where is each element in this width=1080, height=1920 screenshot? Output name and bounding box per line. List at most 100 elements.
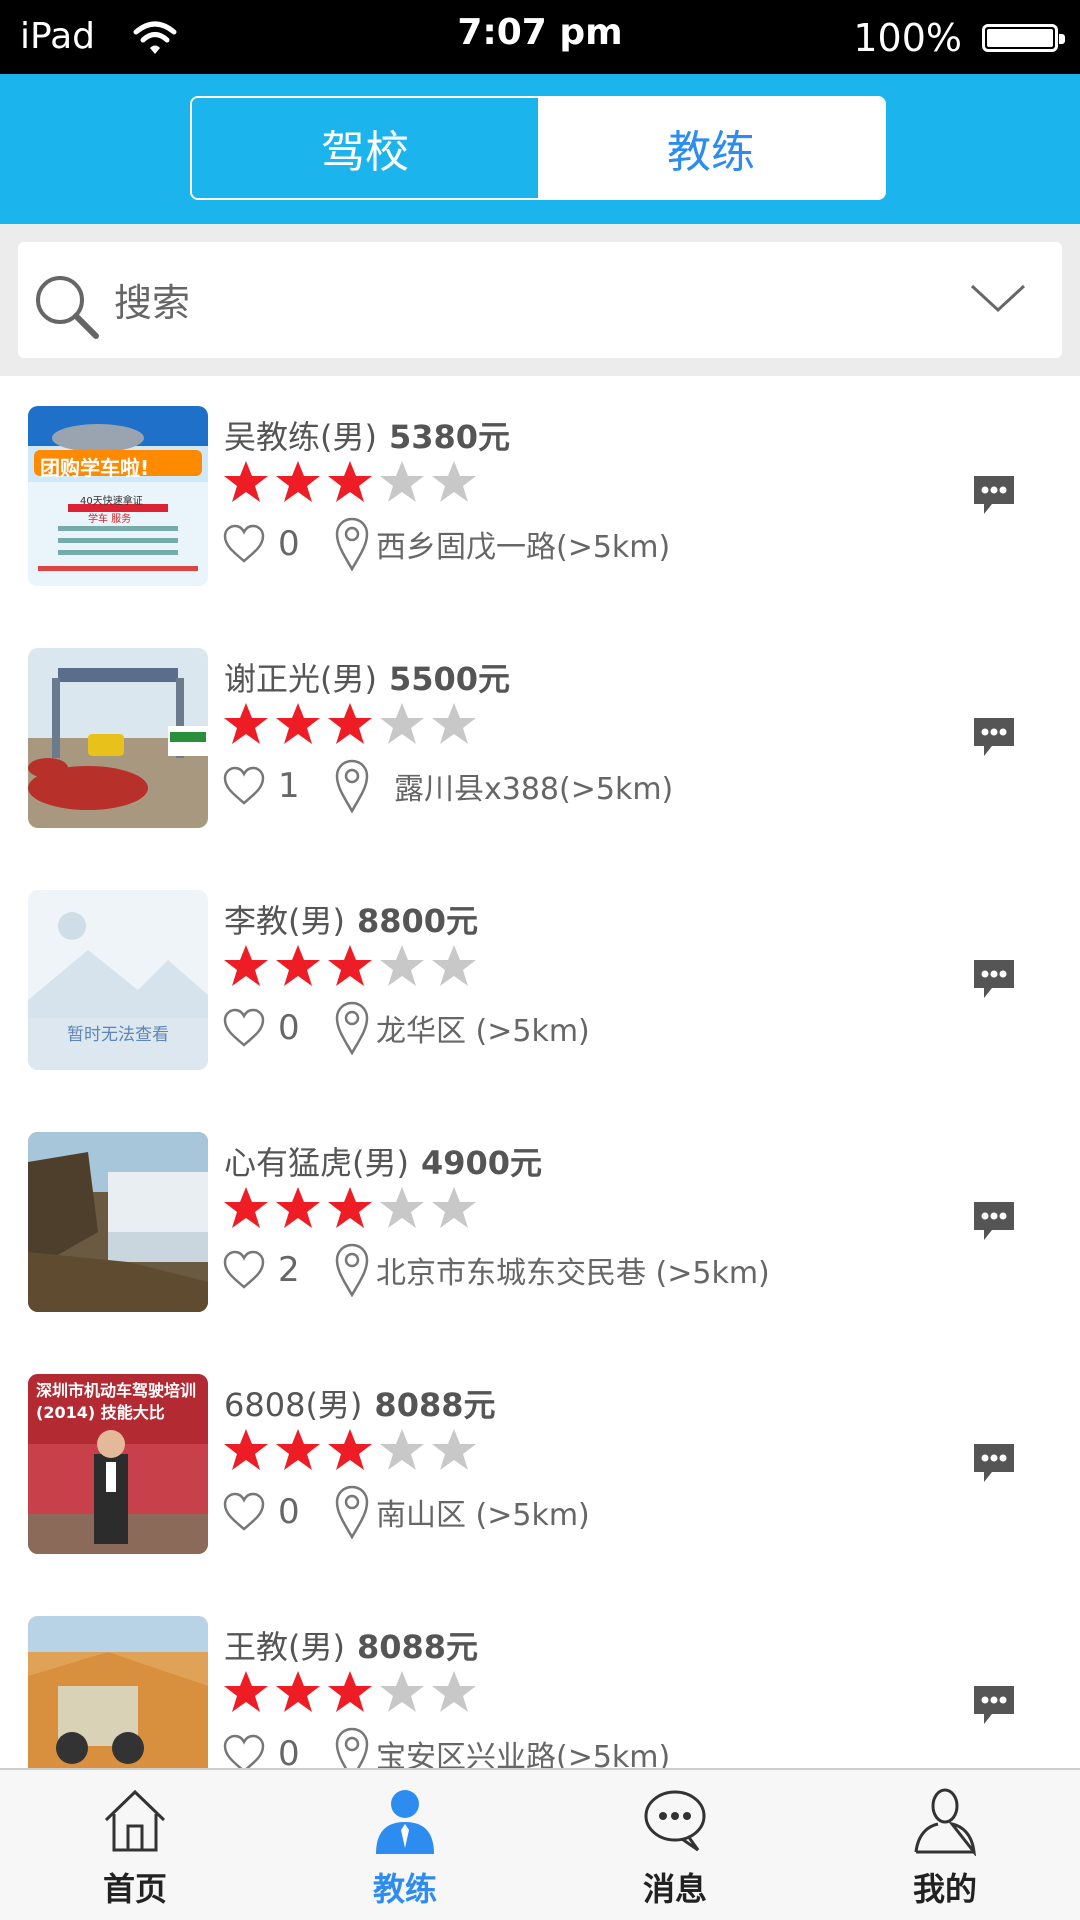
coach-name: 谢正光(男) — [224, 660, 377, 698]
star-filled-icon — [328, 1429, 372, 1470]
rating-stars — [222, 458, 478, 506]
list-item[interactable]: 暂时无法查看 李教(男) 8800元 0 龙华区 (>5km) — [0, 860, 1080, 1104]
star-empty-icon — [432, 1429, 476, 1470]
like-count: 2 — [278, 1250, 300, 1290]
chat-bubble-icon[interactable] — [970, 714, 1018, 758]
coach-meta: 0 西乡固戊一路(>5km) — [222, 516, 670, 572]
star-filled-icon — [276, 461, 320, 502]
tab-messages-label: 消息 — [642, 1870, 707, 1908]
coach-name: 王教(男) — [224, 1628, 345, 1666]
list-item[interactable]: 深圳市机动车驾驶培训 (2014) 技能大比 6808(男) 8088元 0 南山… — [0, 1344, 1080, 1588]
rating-stars — [222, 1426, 478, 1474]
chat-bubble-icon[interactable] — [970, 472, 1018, 516]
star-filled-icon — [328, 1187, 372, 1228]
star-filled-icon — [224, 1671, 268, 1712]
coach-name-line: 6808(男) 8088元 — [224, 1380, 496, 1426]
search-placeholder: 搜索 — [114, 281, 191, 325]
star-filled-icon — [276, 945, 320, 986]
ad-title: 团购学车啦! — [40, 456, 150, 480]
coach-name-line: 心有猛虎(男) 4900元 — [224, 1138, 542, 1184]
search-input[interactable]: 搜索 — [18, 242, 1062, 358]
header: 驾校 教练 — [0, 74, 1080, 224]
coach-meta: 0 宝安区兴业路(>5km) — [222, 1726, 670, 1768]
tab-home-label: 首页 — [102, 1870, 167, 1908]
bottom-tab-bar: 首页 教练 消息 我的 — [0, 1768, 1080, 1920]
chevron-down-icon[interactable] — [968, 276, 1028, 320]
home-icon — [104, 1789, 166, 1852]
heart-icon[interactable] — [222, 1734, 266, 1768]
battery-percent: 100% — [853, 16, 962, 60]
tab-coach[interactable]: 教练 — [538, 98, 884, 198]
coach-price: 8088元 — [356, 1628, 479, 1666]
coach-meta: 2 北京市东城东交民巷 (>5km) — [222, 1242, 770, 1298]
star-empty-icon — [380, 1187, 424, 1228]
location-pin-icon — [335, 1485, 369, 1539]
banner-text: 深圳市机动车驾驶培训 (2014) 技能大比 — [36, 1381, 197, 1422]
ad-line-1: 40天快速拿证 — [80, 496, 143, 507]
coach-location: 南山区 (>5km) — [376, 1498, 590, 1533]
star-empty-icon — [380, 945, 424, 986]
coach-location: 北京市东城东交民巷 (>5km) — [376, 1256, 770, 1291]
coach-location: 露川县x388(>5km) — [394, 772, 674, 807]
school-gate-image — [28, 648, 208, 828]
tab-home[interactable]: 首页 — [0, 1770, 270, 1920]
tab-coach-bottom[interactable]: 教练 — [270, 1770, 540, 1920]
star-filled-icon — [328, 945, 372, 986]
star-empty-icon — [380, 1429, 424, 1470]
coach-price: 8088元 — [374, 1386, 496, 1424]
heart-icon[interactable] — [222, 1250, 266, 1290]
status-bar: iPad 7:07 pm 100% — [0, 0, 1080, 74]
image-unavailable-text: 暂时无法查看 — [67, 1025, 169, 1045]
star-empty-icon — [432, 1671, 476, 1712]
tab-profile[interactable]: 我的 — [810, 1770, 1080, 1920]
star-empty-icon — [380, 703, 424, 744]
location-pin-icon — [335, 1243, 369, 1297]
coach-location: 龙华区 (>5km) — [376, 1014, 590, 1049]
placeholder-image: 暂时无法查看 — [28, 890, 208, 1070]
coach-name-line: 李教(男) 8800元 — [224, 896, 478, 942]
list-item[interactable]: 心有猛虎(男) 4900元 2 北京市东城东交民巷 (>5km) — [0, 1102, 1080, 1346]
list-item[interactable]: 王教(男) 8088元 0 宝安区兴业路(>5km) — [0, 1586, 1080, 1768]
star-empty-icon — [432, 703, 476, 744]
coach-name: 心有猛虎(男) — [224, 1144, 409, 1182]
list-item[interactable]: 团购学车啦! 40天快速拿证 学车 服务 吴教练(男) 5380元 0 西乡固戊一… — [0, 376, 1080, 620]
heart-icon[interactable] — [222, 1008, 266, 1048]
star-filled-icon — [224, 945, 268, 986]
tab-driving-school[interactable]: 驾校 — [192, 98, 538, 198]
chat-bubble-icon[interactable] — [970, 1198, 1018, 1242]
star-empty-icon — [380, 1671, 424, 1712]
coach-list: 团购学车啦! 40天快速拿证 学车 服务 吴教练(男) 5380元 0 西乡固戊一… — [0, 376, 1080, 1768]
heart-icon[interactable] — [222, 524, 266, 564]
like-count: 1 — [278, 766, 300, 806]
location-pin-icon — [335, 517, 369, 571]
tab-messages[interactable]: 消息 — [540, 1770, 810, 1920]
coach-name-line: 王教(男) 8088元 — [224, 1622, 478, 1668]
chat-bubble-icon[interactable] — [970, 1682, 1018, 1726]
coach-name: 李教(男) — [224, 902, 345, 940]
coach-price: 5380元 — [388, 418, 511, 456]
star-empty-icon — [380, 461, 424, 502]
coach-price: 4900元 — [420, 1144, 543, 1182]
like-count: 0 — [278, 1492, 300, 1532]
star-filled-icon — [276, 703, 320, 744]
heart-icon[interactable] — [222, 766, 266, 806]
coach-name-line: 谢正光(男) 5500元 — [224, 654, 510, 700]
tab-coach-label: 教练 — [372, 1870, 437, 1908]
coach-name-line: 吴教练(男) 5380元 — [224, 412, 510, 458]
list-item[interactable]: 谢正光(男) 5500元 1 露川县x388(>5km) — [0, 618, 1080, 862]
coach-meta: 1 露川县x388(>5km) — [222, 758, 673, 814]
star-empty-icon — [432, 1187, 476, 1228]
heart-icon[interactable] — [222, 1492, 266, 1532]
coach-meta: 0 龙华区 (>5km) — [222, 1000, 590, 1056]
chat-bubble-icon[interactable] — [970, 1440, 1018, 1484]
coach-price: 5500元 — [388, 660, 511, 698]
competition-banner-image: 深圳市机动车驾驶培训 (2014) 技能大比 — [28, 1374, 208, 1554]
coach-meta: 0 南山区 (>5km) — [222, 1484, 590, 1540]
waterfall-image — [28, 1132, 208, 1312]
coach-location: 西乡固戊一路(>5km) — [376, 530, 671, 565]
rating-stars — [222, 1668, 478, 1716]
search-section: 搜索 — [0, 224, 1080, 376]
chat-bubble-icon[interactable] — [970, 956, 1018, 1000]
coach-name: 吴教练(男) — [224, 418, 377, 456]
star-filled-icon — [328, 703, 372, 744]
